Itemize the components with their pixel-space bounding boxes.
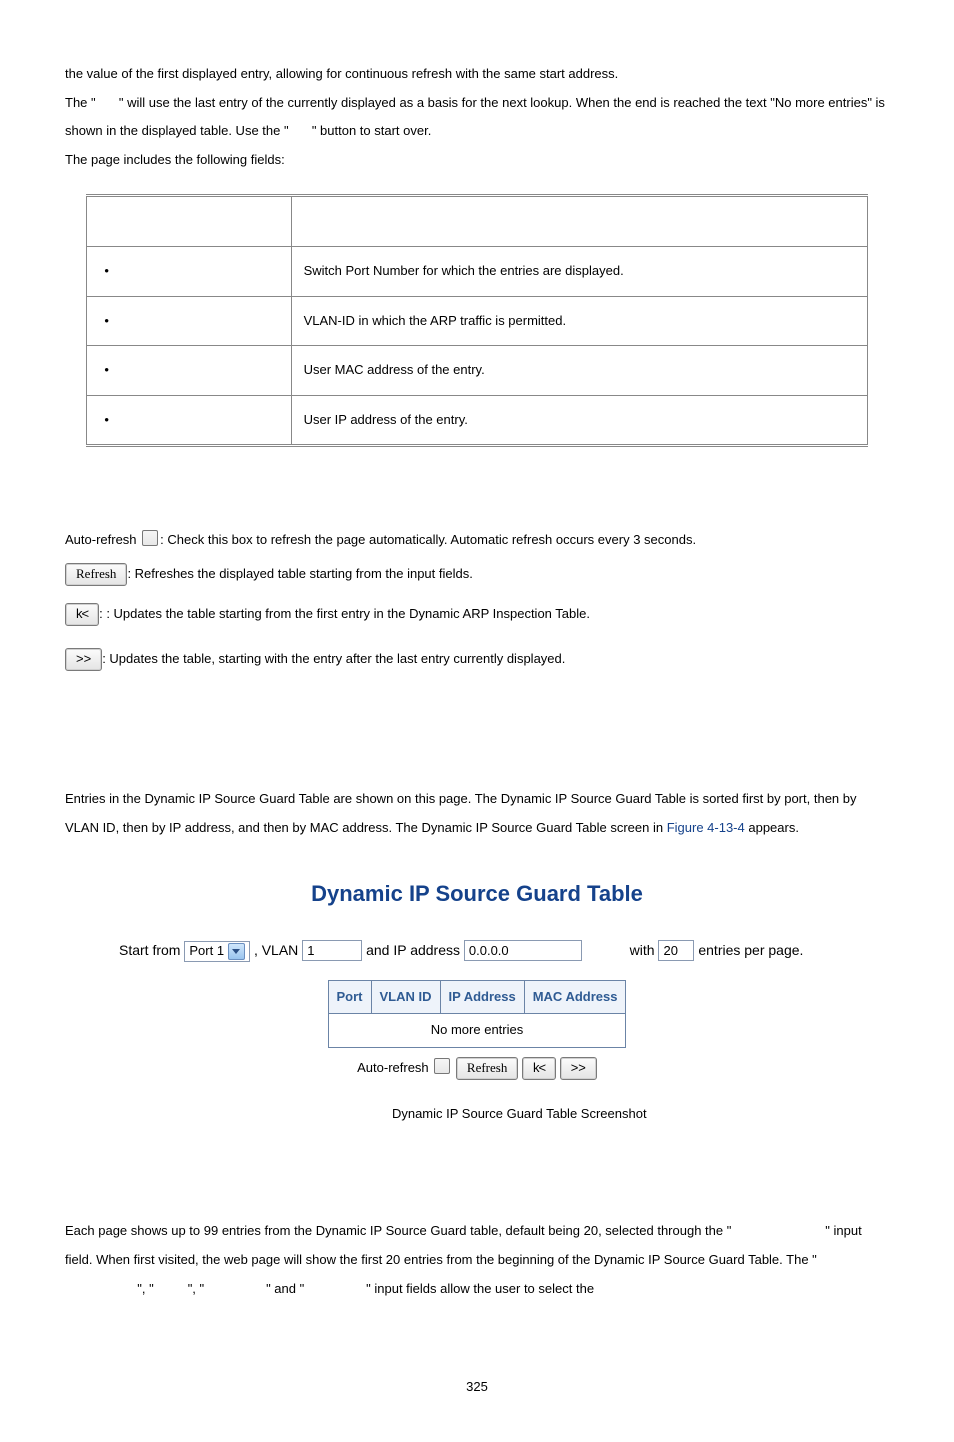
intro-p2c: " button to start over. xyxy=(308,123,431,138)
first-page-button[interactable]: k< xyxy=(65,603,99,626)
port-select[interactable]: Port 1 xyxy=(184,941,250,962)
table-row: • IP Address User IP address of the entr… xyxy=(86,395,868,446)
th-object: Object xyxy=(86,196,291,247)
ip-input[interactable] xyxy=(464,940,582,961)
th-description: Description xyxy=(291,196,868,247)
auto-refresh-desc: Auto-refresh : Check this box to refresh… xyxy=(65,523,889,557)
section-body-b: appears. xyxy=(745,820,799,835)
first-text: : : Updates the table starting from the … xyxy=(99,606,590,621)
auto-refresh-checkbox[interactable] xyxy=(434,1058,450,1074)
section-heading: 4.13.4 Dynamic IP Source Guard Table xyxy=(65,736,889,769)
no-entries: No more entries xyxy=(328,1014,626,1048)
filter-sep4: entries per page. xyxy=(698,942,803,958)
checkbox-icon[interactable] xyxy=(142,530,158,546)
figure: Dynamic IP Source Guard Table Start from… xyxy=(65,870,889,1082)
desc-vlan: VLAN-ID in which the ARP traffic is perm… xyxy=(291,296,868,346)
th-port: Port xyxy=(328,980,371,1014)
fields-table: Object Description • Port Switch Port Nu… xyxy=(86,194,869,447)
chevron-down-icon xyxy=(228,943,245,960)
obj-vlan: VLAN ID xyxy=(118,313,170,328)
th-ipaddr: IP Address xyxy=(440,980,524,1014)
first-desc: k<: : Updates the table starting from th… xyxy=(65,597,889,631)
section-num: 4.13.4 xyxy=(65,744,107,761)
first-page-button-2[interactable]: k< xyxy=(522,1057,556,1080)
filter-row: Start from Port 1 , VLAN and IP address … xyxy=(65,935,889,966)
table-row: • MAC Address User MAC address of the en… xyxy=(86,346,868,396)
vlan-input[interactable] xyxy=(302,940,362,961)
buttons-heading: Buttons xyxy=(65,482,889,511)
next-page-button[interactable]: >> xyxy=(65,648,102,671)
th-vlanid: VLAN ID xyxy=(371,980,440,1014)
obj-ip: IP Address xyxy=(118,412,185,427)
nav-heading: Navigating the ARP Inspection Table xyxy=(65,1175,889,1204)
auto-refresh-label: Auto-refresh xyxy=(357,1060,432,1075)
auto-refresh-text: : Check this box to refresh the page aut… xyxy=(160,532,696,547)
caption-rest: Dynamic IP Source Guard Table Screenshot xyxy=(392,1106,647,1121)
intro-p3: The page includes the following fields: xyxy=(65,146,889,175)
intro-p1: the value of the first displayed entry, … xyxy=(65,60,889,89)
page-number: 325 xyxy=(65,1373,889,1402)
refresh-desc: Refresh: Refreshes the displayed table s… xyxy=(65,557,889,591)
section-body: Entries in the Dynamic IP Source Guard T… xyxy=(65,785,889,842)
obj-mac: MAC Address xyxy=(118,362,203,377)
filter-start: Start from xyxy=(119,942,184,958)
refresh-text: : Refreshes the displayed table starting… xyxy=(127,566,472,581)
figure-link[interactable]: Figure 4-13-4 xyxy=(667,820,745,835)
next-page-button-2[interactable]: >> xyxy=(560,1057,597,1080)
obj-port: Port xyxy=(118,263,144,278)
filter-sep1: , VLAN xyxy=(254,942,302,958)
next-desc: >>: Updates the table, starting with the… xyxy=(65,642,889,676)
intro-p2a: The " xyxy=(65,95,99,110)
next-text: : Updates the table, starting with the e… xyxy=(102,651,565,666)
intro-p2: The " " will use the last entry of the c… xyxy=(65,89,889,146)
entries-per-page-input[interactable] xyxy=(658,940,694,961)
figure-title: Dynamic IP Source Guard Table xyxy=(65,870,889,918)
section-title: Dynamic IP Source Guard Table xyxy=(107,744,337,761)
desc-mac: User MAC address of the entry. xyxy=(291,346,868,396)
auto-refresh-prefix: Auto-refresh xyxy=(65,532,140,547)
table-row: • Port Switch Port Number for which the … xyxy=(86,246,868,296)
table-row: • VLAN ID VLAN-ID in which the ARP traff… xyxy=(86,296,868,346)
refresh-button-2[interactable]: Refresh xyxy=(456,1057,518,1080)
filter-sep3: with xyxy=(630,942,659,958)
figure-caption: Figure 4-13-4 Dynamic IP Source Guard Ta… xyxy=(65,1100,889,1129)
intro-p2b: " will use the last entry of the current… xyxy=(65,95,885,139)
controls-row: Auto-refresh Refresh k< >> xyxy=(65,1054,889,1083)
source-guard-table: Port VLAN ID IP Address MAC Address No m… xyxy=(328,980,627,1048)
filter-sep2: and IP address xyxy=(366,942,464,958)
nav-body: Each page shows up to 99 entries from th… xyxy=(65,1217,889,1303)
port-value: Port 1 xyxy=(189,937,224,966)
caption-prefix: Figure 4-13-4 xyxy=(307,1106,392,1121)
refresh-button[interactable]: Refresh xyxy=(65,563,127,586)
th-macaddr: MAC Address xyxy=(524,980,626,1014)
empty-row: No more entries xyxy=(328,1014,626,1048)
desc-port: Switch Port Number for which the entries… xyxy=(291,246,868,296)
desc-ip: User IP address of the entry. xyxy=(291,395,868,446)
